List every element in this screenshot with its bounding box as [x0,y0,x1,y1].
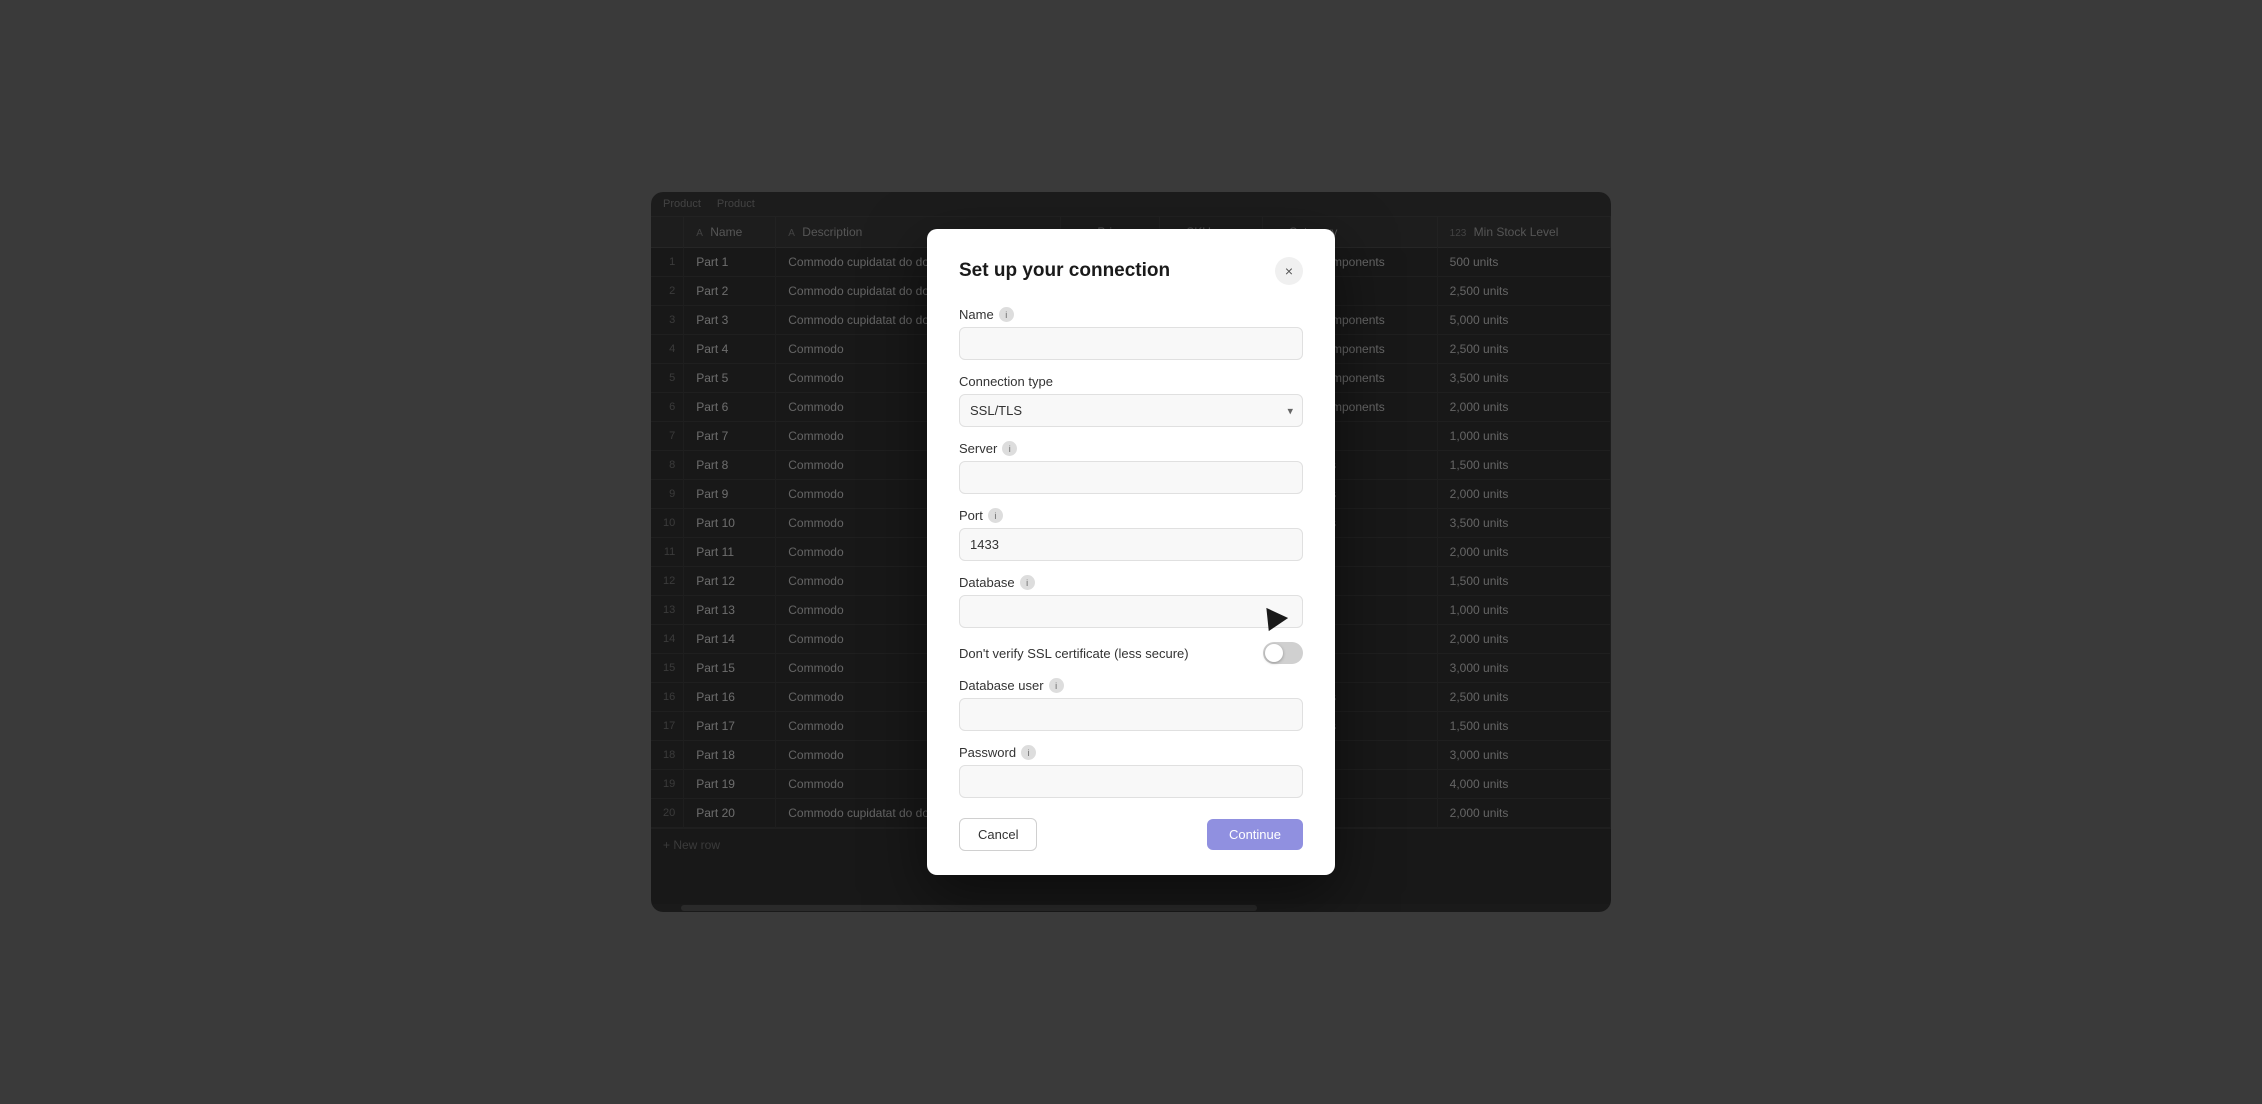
cancel-button[interactable]: Cancel [959,818,1037,851]
db-user-input[interactable] [959,698,1303,731]
ssl-toggle-row: Don't verify SSL certificate (less secur… [959,642,1303,664]
connection-type-group: Connection type SSL/TLS None StartTLS ▾ [959,374,1303,427]
database-info-icon: i [1020,575,1035,590]
server-input[interactable] [959,461,1303,494]
ssl-toggle[interactable] [1263,642,1303,664]
port-info-icon: i [988,508,1003,523]
app-container: Product Product A Name A Description 123… [651,192,1611,912]
port-input[interactable] [959,528,1303,561]
db-user-info-icon: i [1049,678,1064,693]
password-info-icon: i [1021,745,1036,760]
db-user-field-group: Database user i [959,678,1303,731]
modal-title: Set up your connection [959,260,1170,282]
name-info-icon: i [999,307,1014,322]
port-label: Port i [959,508,1303,523]
port-field-group: Port i [959,508,1303,561]
connection-modal: Set up your connection × Name i Connecti… [927,229,1335,875]
modal-footer: Cancel Continue [959,818,1303,851]
modal-header: Set up your connection × [959,257,1303,285]
password-field-group: Password i [959,745,1303,798]
connection-type-select[interactable]: SSL/TLS None StartTLS [959,394,1303,427]
server-field-group: Server i [959,441,1303,494]
continue-button[interactable]: Continue [1207,819,1303,850]
server-info-icon: i [1002,441,1017,456]
modal-backdrop: Set up your connection × Name i Connecti… [651,192,1611,912]
name-label: Name i [959,307,1303,322]
password-label: Password i [959,745,1303,760]
connection-type-select-wrapper: SSL/TLS None StartTLS ▾ [959,394,1303,427]
server-label: Server i [959,441,1303,456]
database-field-group: Database i [959,575,1303,628]
database-input[interactable] [959,595,1303,628]
database-label: Database i [959,575,1303,590]
db-user-label: Database user i [959,678,1303,693]
password-input[interactable] [959,765,1303,798]
modal-close-button[interactable]: × [1275,257,1303,285]
connection-type-label: Connection type [959,374,1303,389]
name-field-group: Name i [959,307,1303,360]
ssl-toggle-label: Don't verify SSL certificate (less secur… [959,646,1189,661]
name-input[interactable] [959,327,1303,360]
